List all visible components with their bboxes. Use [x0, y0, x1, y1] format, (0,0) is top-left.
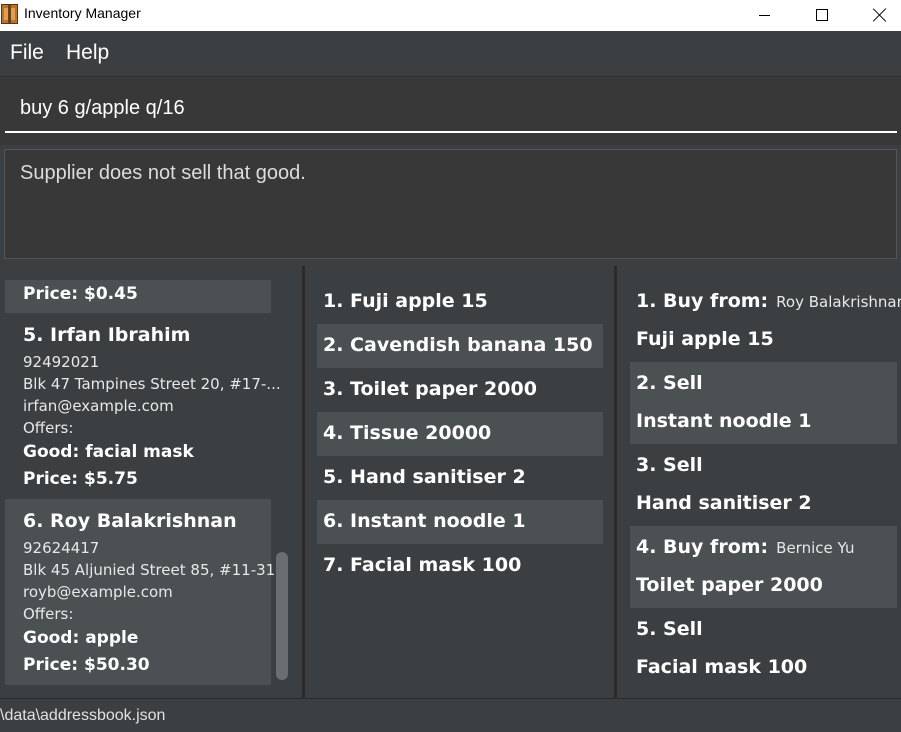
inventory-list[interactable]: 1. Fuji apple 15 2. Cavendish banana 150…: [306, 268, 614, 698]
supplier-offers-label: Offers:: [23, 605, 74, 623]
inventory-item-label: 3. Toilet paper 2000: [323, 378, 537, 400]
supplier-name: 6. Roy Balakrishnan: [23, 510, 237, 532]
scrollbar-thumb[interactable]: [276, 552, 288, 680]
inventory-item[interactable]: 1. Fuji apple 15: [317, 280, 603, 324]
supplier-price: Price: $0.45: [23, 284, 138, 304]
panel-divider: [302, 266, 305, 698]
maximize-button[interactable]: [793, 0, 851, 30]
supplier-list[interactable]: Price: $0.45 5. Irfan Ibrahim 92492021 B…: [0, 268, 302, 698]
transaction-list[interactable]: 1. Buy from: Roy Balakrishnan Fuji apple …: [618, 268, 901, 698]
menu-bar: File Help: [0, 31, 901, 77]
command-input[interactable]: [5, 85, 897, 133]
transaction-card[interactable]: 5. Sell Facial mask 100: [630, 608, 897, 690]
inventory-item-label: 2. Cavendish banana 150: [323, 334, 593, 356]
result-display[interactable]: Supplier does not sell that good.: [4, 149, 897, 259]
close-icon: [873, 8, 887, 22]
inventory-item[interactable]: 6. Instant noodle 1: [317, 500, 603, 544]
inventory-item-label: 1. Fuji apple 15: [323, 290, 488, 312]
inventory-item-label: 6. Instant noodle 1: [323, 510, 526, 532]
command-box: [0, 78, 901, 145]
supplier-card-partial[interactable]: Price: $0.45: [5, 280, 271, 313]
supplier-email: irfan@example.com: [23, 397, 174, 415]
maximize-icon: [816, 9, 828, 21]
panel-divider: [614, 266, 617, 698]
transaction-type: 2. Sell: [636, 372, 703, 394]
supplier-good: Good: apple: [23, 628, 139, 648]
supplier-phone: 92492021: [23, 353, 100, 371]
supplier-price: Price: $5.75: [23, 469, 138, 489]
inventory-item-label: 7. Facial mask 100: [323, 554, 522, 576]
supplier-address: Blk 45 Aljunied Street 85, #11-31: [23, 561, 276, 579]
transaction-card[interactable]: 2. Sell Instant noodle 1: [630, 362, 897, 444]
transaction-item: Toilet paper 2000: [636, 574, 823, 596]
supplier-name: 5. Irfan Ibrahim: [23, 324, 191, 346]
minimize-icon: [758, 14, 770, 16]
status-bar: \data\addressbook.json: [0, 698, 901, 732]
inventory-item[interactable]: 7. Facial mask 100: [317, 544, 603, 588]
supplier-email: royb@example.com: [23, 583, 173, 601]
inventory-item[interactable]: 4. Tissue 20000: [317, 412, 603, 456]
title-bar: Inventory Manager: [0, 0, 901, 31]
transaction-item: Instant noodle 1: [636, 410, 812, 432]
transaction-item: Fuji apple 15: [636, 328, 774, 350]
supplier-scrollbar[interactable]: [276, 284, 288, 680]
supplier-price: Price: $50.30: [23, 655, 150, 675]
transaction-type: 3. Sell: [636, 454, 703, 476]
transaction-supplier: Roy Balakrishnan: [776, 293, 901, 311]
transaction-type: 1. Buy from: Roy Balakrishnan: [636, 290, 901, 312]
transaction-supplier: Bernice Yu: [776, 539, 855, 557]
menu-help[interactable]: Help: [66, 41, 109, 65]
transaction-card[interactable]: 4. Buy from: Bernice Yu Toilet paper 2000: [630, 526, 897, 608]
app-box-icon: [1, 4, 18, 24]
window-title: Inventory Manager: [24, 5, 141, 21]
menu-file[interactable]: File: [10, 41, 44, 65]
transaction-card[interactable]: 1. Buy from: Roy Balakrishnan Fuji apple …: [630, 280, 901, 362]
result-message: Supplier does not sell that good.: [20, 162, 306, 184]
transaction-card[interactable]: 3. Sell Hand sanitiser 2: [630, 444, 897, 526]
inventory-item[interactable]: 5. Hand sanitiser 2: [317, 456, 603, 500]
close-button[interactable]: [851, 0, 901, 30]
supplier-card[interactable]: 5. Irfan Ibrahim 92492021 Blk 47 Tampine…: [5, 313, 281, 499]
inventory-item-label: 5. Hand sanitiser 2: [323, 466, 526, 488]
supplier-good: Good: facial mask: [23, 442, 194, 462]
supplier-card[interactable]: 6. Roy Balakrishnan 92624417 Blk 45 Alju…: [5, 499, 275, 685]
status-file-path: \data\addressbook.json: [0, 707, 166, 724]
supplier-offers-label: Offers:: [23, 419, 74, 437]
supplier-address: Blk 47 Tampines Street 20, #17-...: [23, 375, 281, 393]
minimize-button[interactable]: [735, 0, 793, 30]
supplier-phone: 92624417: [23, 539, 100, 557]
inventory-item-label: 4. Tissue 20000: [323, 422, 492, 444]
transaction-item: Hand sanitiser 2: [636, 492, 812, 514]
transaction-item: Facial mask 100: [636, 656, 808, 678]
inventory-item[interactable]: 2. Cavendish banana 150: [317, 324, 603, 368]
transaction-type: 5. Sell: [636, 618, 703, 640]
transaction-type: 4. Buy from: Bernice Yu: [636, 536, 855, 558]
inventory-item[interactable]: 3. Toilet paper 2000: [317, 368, 603, 412]
